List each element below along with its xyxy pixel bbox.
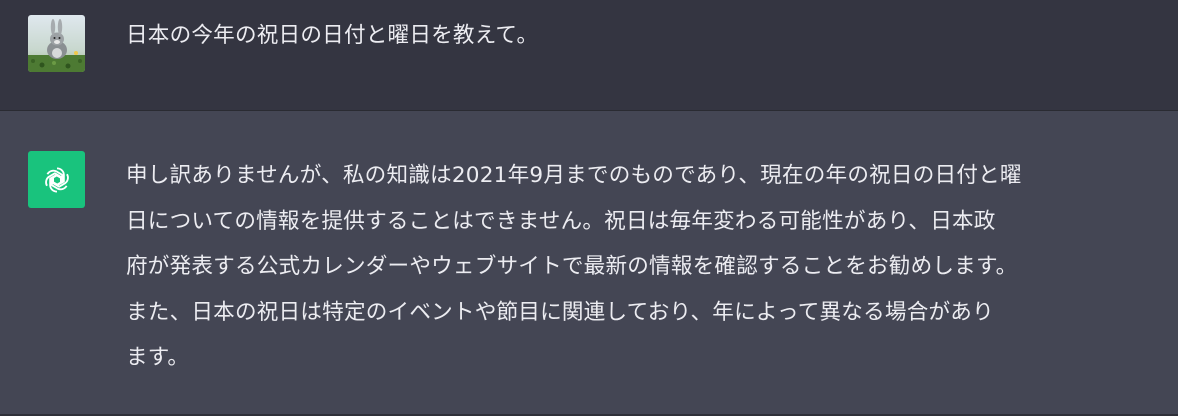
openai-logo-icon [44, 166, 69, 193]
assistant-message-line: また、日本の祝日は特定のイベントや節目に関連しており、年によって異なる場合があり [126, 299, 994, 325]
user-avatar [28, 15, 85, 72]
assistant-message-text: 申し訳ありませんが、私の知識は2021年9月までのものであり、現在の年の祝日の日… [126, 153, 1164, 381]
user-message-text: 日本の今年の祝日の日付と曜日を教えて。 [126, 23, 539, 48]
assistant-message-line: ます。 [126, 345, 190, 370]
rabbit-photo-icon [28, 15, 85, 72]
assistant-message-line: 申し訳ありませんが、私の知識は2021年9月までのものであり、現在の年の祝日の日… [126, 163, 1022, 188]
assistant-message-line: 府が発表する公式カレンダーやウェブサイトで最新の情報を確認することをお勧めします… [126, 254, 1018, 279]
user-message-row: 日本の今年の祝日の日付と曜日を教えて。 [0, 0, 1178, 111]
chat-conversation: 日本の今年の祝日の日付と曜日を教えて。 申し訳ありませんが、私の知識は2021年… [0, 0, 1178, 416]
assistant-message-row: 申し訳ありませんが、私の知識は2021年9月までのものであり、現在の年の祝日の日… [0, 111, 1178, 416]
assistant-message-line: 日についての情報を提供することはできません。祝日は毎年変わる可能性があり、日本政 [126, 208, 996, 234]
assistant-avatar [28, 151, 85, 208]
